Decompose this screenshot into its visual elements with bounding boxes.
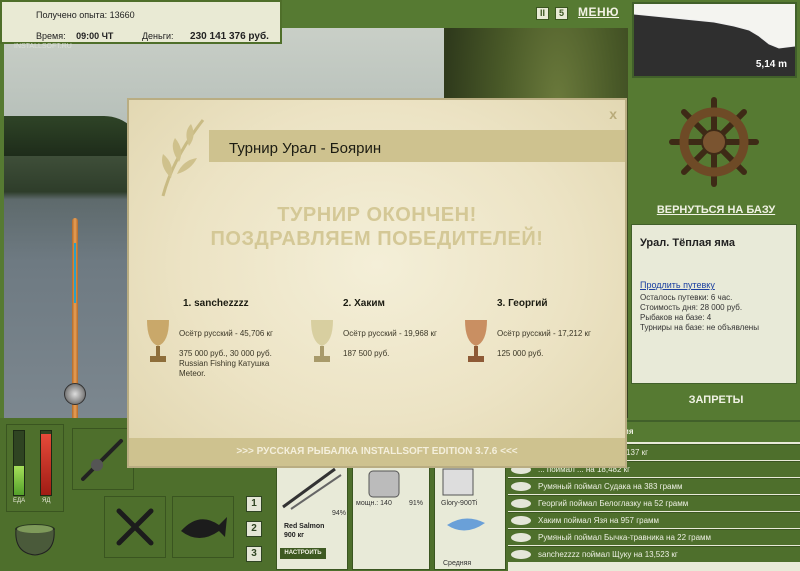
feed-row: sanchezzzz поймал Щуку на 13,523 кг [508,546,800,562]
feed-text: Румяный поймал Судака на 383 грамм [538,482,683,491]
speed-button[interactable]: 5 [555,7,568,20]
time-value: 09:00 ЧТ [76,31,114,41]
tournaments-status: Турниры на базе: не объявлены [640,323,759,332]
day-cost: Стоимость дня: 28 000 руб. [640,303,743,312]
reel-icon [368,470,400,498]
feed-text: Хаким поймал Язя на 957 грамм [538,516,660,525]
eat-button[interactable] [104,496,166,558]
rod-condition: 94% [332,510,347,517]
dialog-title: Турнир Урал - Боярин [229,140,382,157]
return-to-base-button[interactable]: ВЕРНУТЬСЯ НА БАЗУ [634,198,798,222]
experience-text: Получено опыта: 13660 [36,10,135,20]
fork-knife-icon [116,508,154,546]
fish-icon [181,517,227,538]
silver-cup-icon [311,320,333,362]
pause-button[interactable]: II [536,7,549,20]
line-name: Red Salmon [284,523,325,530]
feed-row: Румяный поймал Бычка-травника на 22 грам… [508,529,800,545]
watermark: INSTALLSOFT.RU [14,43,72,50]
reel-condition: 91% [409,500,424,507]
lure-icon [442,468,485,531]
slot-2-button[interactable]: 2 [246,521,262,537]
feed-row: Хаким поймал Язя на 957 грамм [508,512,800,528]
version-banner: >>> РУССКАЯ РЫБАЛКА INSTALLSOFT EDITION … [236,446,518,457]
depth-map: 5,14 m [632,2,797,78]
player-info-panel: Получено опыта: 13660 Время: 09:00 ЧТ Де… [0,0,282,44]
prize-line: 187 500 руб. [343,349,390,358]
reel-power: мощн.: 140 [356,500,392,507]
winner-2-name: 2. Хаким [343,298,385,309]
rod-reel [64,383,86,405]
poison-gauge [40,430,52,496]
tackle-icon [81,439,123,481]
setup-button[interactable]: НАСТРОИТЬ [280,548,326,559]
cauldron-icon[interactable] [10,515,60,559]
feed-row: Румяный поймал Судака на 383 грамм [508,478,800,494]
base-info-panel: Урал. Тёплая яма Продлить путевку Остало… [631,224,797,384]
prize-line: 375 000 руб., 30 000 руб. [179,349,272,358]
permit-remaining: Осталось путевки: 6 час. [640,293,733,302]
far-shore [4,116,144,156]
fish-icon [511,550,531,559]
poison-gauge-fill [41,434,51,495]
winner-2-prize: 187 500 руб. [343,349,389,359]
tournament-results-dialog: Турнир Урал - Боярин x ТУРНИР ОКОНЧЕН! П… [127,98,627,468]
food-gauge [13,430,25,496]
food-label: ЕДА [13,498,26,504]
winner-3-fish: Осётр русский - 17,212 кг [497,329,591,338]
money-value: 230 141 376 руб. [190,31,269,42]
winner-1-name: 1. sanchezzzz [183,298,249,309]
food-gauge-fill [14,466,24,495]
headline-congrats: ПОЗДРАВЛЯЕМ ПОБЕДИТЕЛЕЙ! [210,228,544,250]
lure-size: Средняя [443,560,472,567]
fish-icon [511,533,531,542]
winner-1-fish: Осётр русский - 45,706 кг [179,329,273,338]
feed-text: Румяный поймал Бычка-травника на 22 грам… [538,533,712,542]
bans-button[interactable]: ЗАПРЕТЫ [634,394,798,412]
catch-button[interactable] [172,496,234,558]
slot-1-button[interactable]: 1 [246,496,262,512]
rod-icon [282,467,342,510]
menu-button[interactable]: МЕНЮ [578,5,619,19]
feed-text: Георгий поймал Белоглазку на 52 грамм [538,499,689,508]
slot-3-button[interactable]: 3 [246,546,262,562]
lure-name: Glory-900Ti [441,500,478,507]
fish-icon [511,499,531,508]
headline-finished: ТУРНИР ОКОНЧЕН! [277,204,477,226]
fish-icon [511,482,531,491]
gold-cup-icon [147,320,169,362]
fishers-count: Рыбаков на базе: 4 [640,313,712,322]
winner-3-name: 3. Георгий [497,298,548,309]
reel-slot[interactable] [352,462,430,570]
winner-1-prize: 375 000 руб., 30 000 руб. Russian Fishin… [179,349,272,379]
base-name: Урал. Тёплая яма [640,237,735,249]
extend-permit-link[interactable]: Продлить путевку [640,280,715,290]
close-button[interactable]: x [609,106,617,122]
feed-row: Георгий поймал Белоглазку на 52 грамм [508,495,800,511]
game-window: Получено опыта: 13660 Время: 09:00 ЧТ Де… [0,0,800,571]
winner-2-fish: Осётр русский - 19,968 кг [343,329,437,338]
winner-3-prize: 125 000 руб. [497,349,543,359]
dialog-footer: >>> РУССКАЯ РЫБАЛКА INSTALLSOFT EDITION … [129,438,625,466]
bronze-cup-icon [465,320,487,362]
fish-icon [511,516,531,525]
lure-slot[interactable] [434,462,506,570]
depth-value: 5,14 m [755,59,787,70]
poison-label: ЯД [42,498,51,504]
money-label: Деньги: [141,31,174,41]
tackle-button[interactable] [72,428,134,490]
line-weight: 900 кг [284,532,305,539]
time-label: Время: [36,31,66,41]
prize-line: Russian Fishing Катушка [179,359,270,368]
feed-text: sanchezzzz поймал Щуку на 13,523 кг [538,550,678,559]
prize-line: 125 000 руб. [497,349,544,358]
prize-line: Meteor. [179,369,206,378]
rod-tip [74,243,76,303]
ship-wheel-icon[interactable] [668,96,760,188]
time-money-row: Время: 09:00 ЧТ Деньги: 230 141 376 руб. [36,31,269,42]
